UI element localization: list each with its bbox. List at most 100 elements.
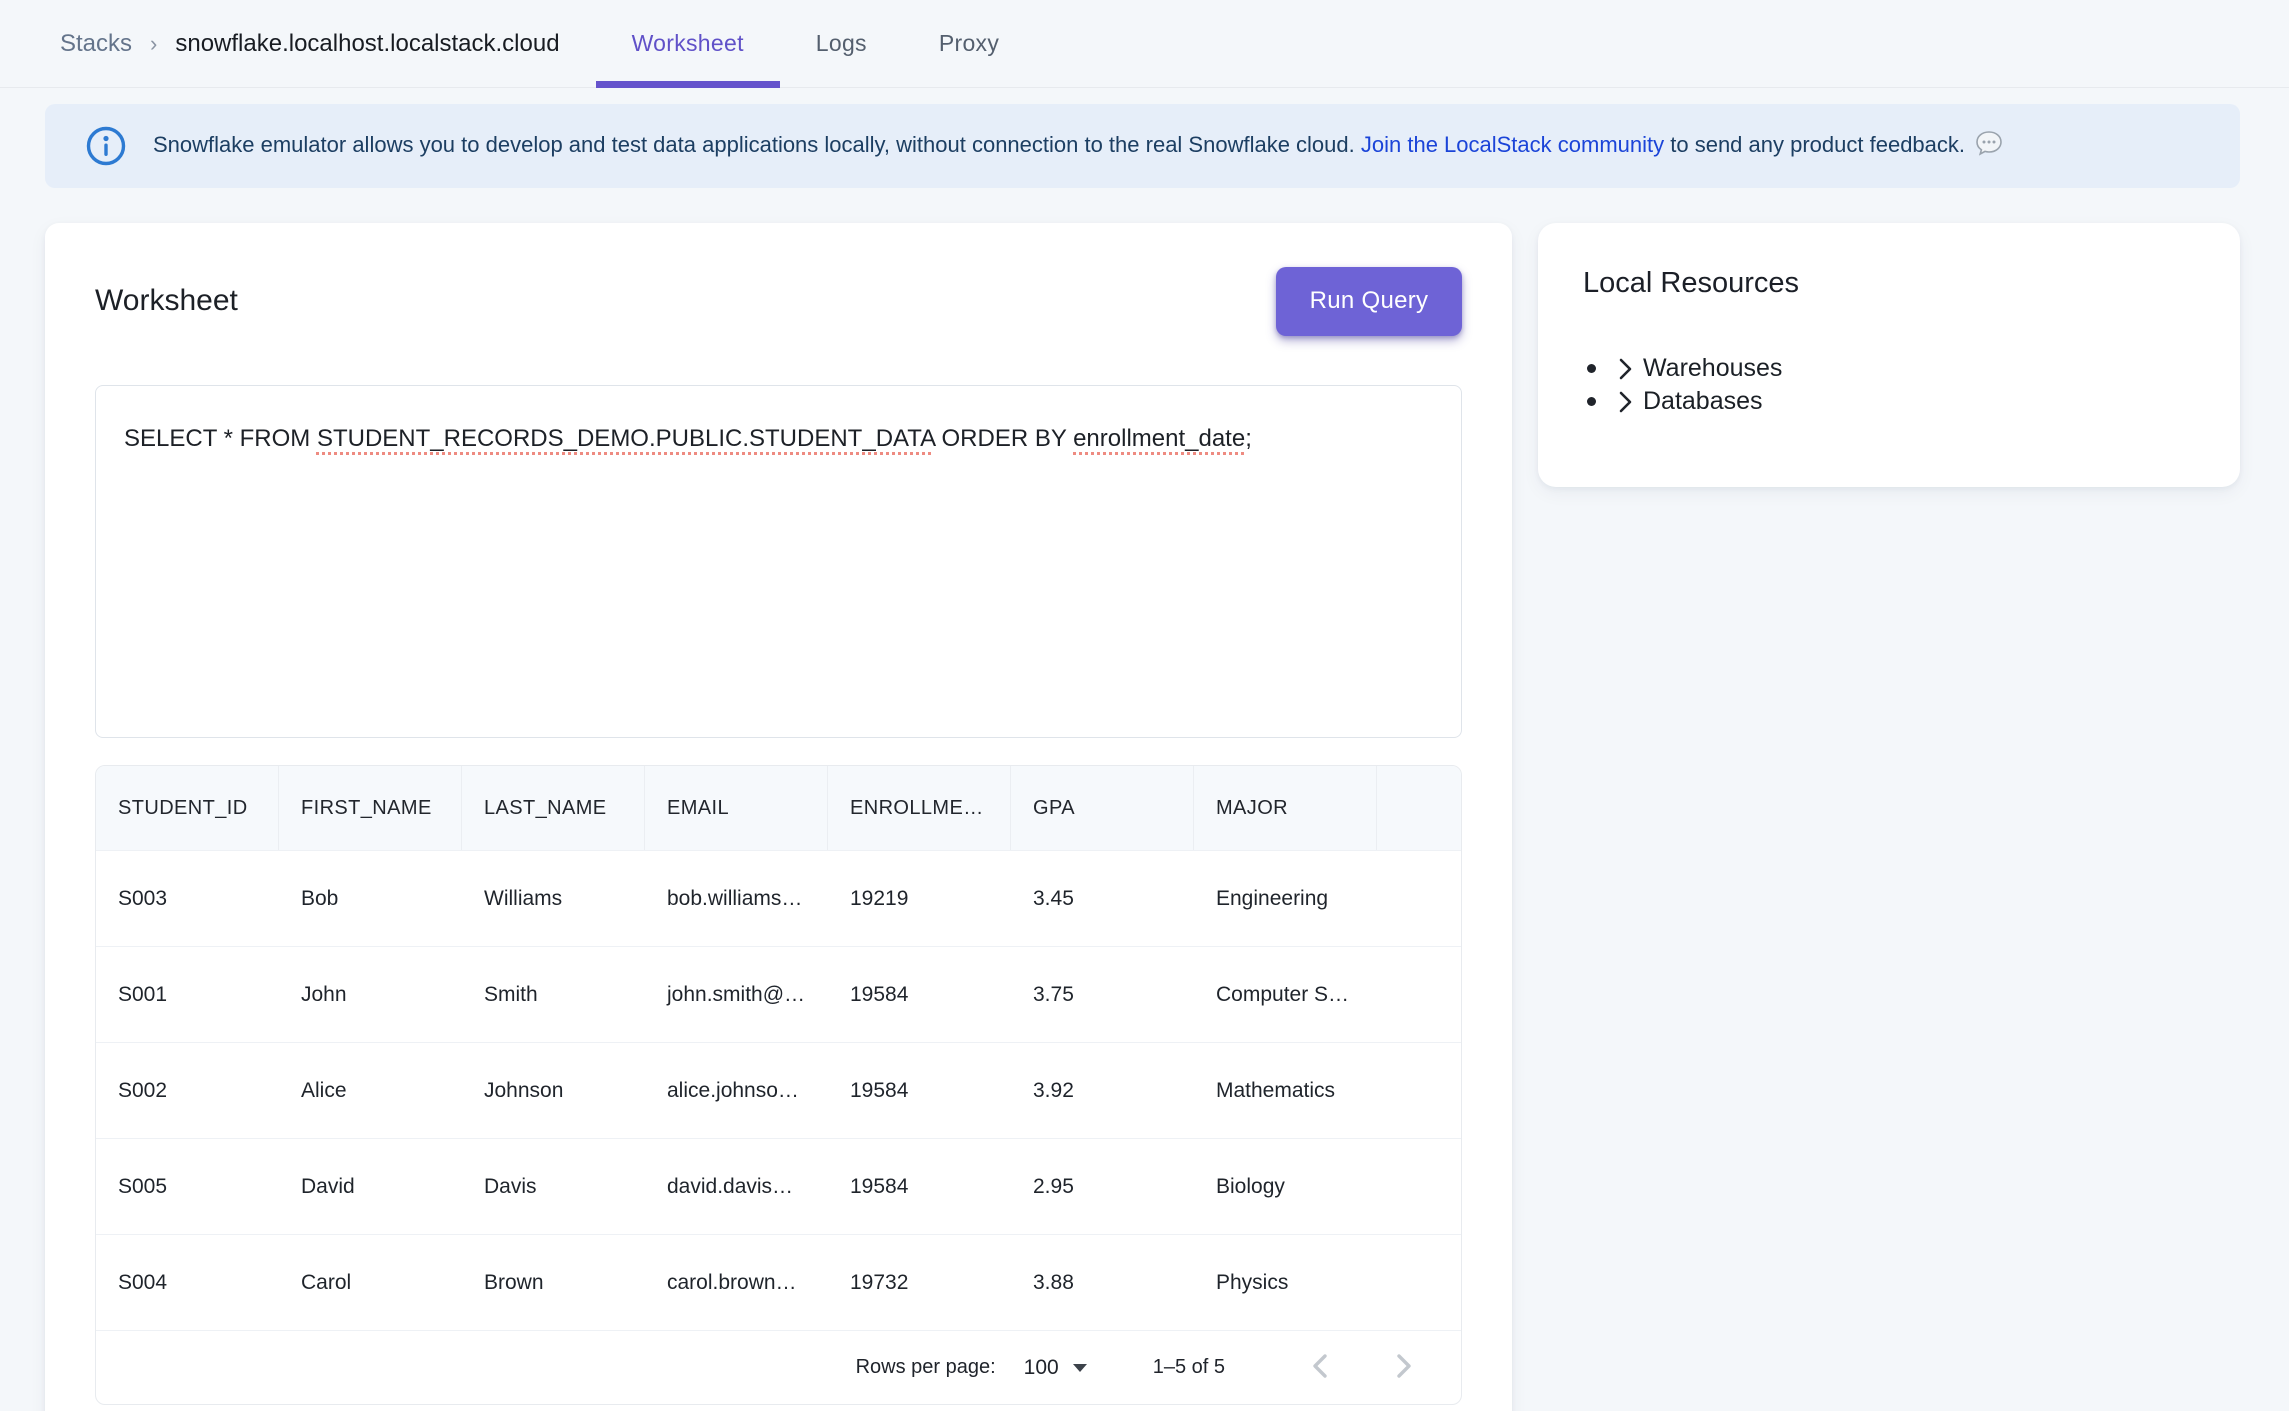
- chevron-right-icon: [1612, 356, 1638, 382]
- worksheet-title: Worksheet: [95, 284, 238, 318]
- sql-text: ORDER BY: [935, 425, 1073, 452]
- breadcrumb: Stacks › snowflake.localhost.localstack.…: [0, 0, 560, 87]
- previous-page-button[interactable]: [1291, 1338, 1351, 1398]
- table-cell: Davis: [462, 1139, 645, 1234]
- chevron-right-icon: [1388, 1351, 1418, 1384]
- table-cell: [1377, 947, 1461, 1042]
- column-header-empty: [1377, 766, 1461, 850]
- caret-down-icon: [1073, 1364, 1087, 1372]
- table-cell: S004: [96, 1235, 279, 1330]
- top-navigation-bar: Stacks › snowflake.localhost.localstack.…: [0, 0, 2289, 88]
- table-cell: 19584: [828, 1139, 1011, 1234]
- table-cell: 19584: [828, 1043, 1011, 1138]
- table-row[interactable]: S002AliceJohnsonalice.johnso…195843.92Ma…: [96, 1042, 1461, 1138]
- banner-text-after: to send any product feedback.: [1664, 132, 1965, 157]
- column-header-enrollme-: ENROLLME…: [828, 766, 1011, 850]
- tab-bar: WorksheetLogsProxy: [596, 0, 1036, 87]
- info-icon: [85, 125, 127, 167]
- table-body: S003BobWilliamsbob.williams…192193.45Eng…: [96, 850, 1461, 1330]
- results-table: STUDENT_IDFIRST_NAMELAST_NAMEEMAILENROLL…: [95, 765, 1462, 1405]
- sql-identifier: enrollment_date: [1073, 425, 1245, 452]
- table-cell: Brown: [462, 1235, 645, 1330]
- worksheet-panel: Worksheet Run Query SELECT * FROM STUDEN…: [45, 223, 1512, 1411]
- table-cell: Computer S…: [1194, 947, 1377, 1042]
- table-cell: 3.92: [1011, 1043, 1194, 1138]
- table-cell: [1377, 851, 1461, 946]
- table-cell: Carol: [279, 1235, 462, 1330]
- chevron-left-icon: [1306, 1351, 1336, 1384]
- table-cell: 19584: [828, 947, 1011, 1042]
- sql-text: SELECT * FROM: [124, 425, 317, 452]
- table-header-row: STUDENT_IDFIRST_NAMELAST_NAMEEMAILENROLL…: [96, 766, 1461, 850]
- tab-proxy[interactable]: Proxy: [903, 0, 1035, 87]
- tree-item-databases[interactable]: Databases: [1566, 385, 2240, 418]
- table-cell: carol.brown…: [645, 1235, 828, 1330]
- table-cell: john.smith@…: [645, 947, 828, 1042]
- table-cell: Alice: [279, 1043, 462, 1138]
- tree-item-label: Warehouses: [1643, 354, 1782, 383]
- column-header-major: MAJOR: [1194, 766, 1377, 850]
- breadcrumb-separator-icon: ›: [150, 31, 157, 57]
- column-header-last-name: LAST_NAME: [462, 766, 645, 850]
- table-cell: 3.75: [1011, 947, 1194, 1042]
- worksheet-header: Worksheet Run Query: [95, 265, 1462, 337]
- pagination-buttons: [1269, 1338, 1433, 1398]
- run-query-button[interactable]: Run Query: [1276, 267, 1462, 336]
- tab-worksheet[interactable]: Worksheet: [596, 0, 780, 87]
- next-page-button[interactable]: [1373, 1338, 1433, 1398]
- breadcrumb-stacks-link[interactable]: Stacks: [60, 30, 132, 58]
- table-cell: 19732: [828, 1235, 1011, 1330]
- table-cell: 2.95: [1011, 1139, 1194, 1234]
- main-content: Worksheet Run Query SELECT * FROM STUDEN…: [45, 223, 2289, 1411]
- column-header-email: EMAIL: [645, 766, 828, 850]
- banner-text-before: Snowflake emulator allows you to develop…: [153, 132, 1361, 157]
- table-cell: [1377, 1043, 1461, 1138]
- speech-bubble-icon: [1975, 136, 2003, 161]
- table-row[interactable]: S003BobWilliamsbob.williams…192193.45Eng…: [96, 850, 1461, 946]
- bullet-icon: [1587, 397, 1596, 406]
- column-header-gpa: GPA: [1011, 766, 1194, 850]
- table-row[interactable]: S005DavidDavisdavid.davis…195842.95Biolo…: [96, 1138, 1461, 1234]
- table-row[interactable]: S004CarolBrowncarol.brown…197323.88Physi…: [96, 1234, 1461, 1330]
- table-cell: S003: [96, 851, 279, 946]
- tree-item-warehouses[interactable]: Warehouses: [1566, 352, 2240, 385]
- table-cell: [1377, 1139, 1461, 1234]
- sql-identifier: STUDENT_RECORDS_DEMO.PUBLIC.STUDENT_DATA: [317, 425, 935, 452]
- table-cell: S002: [96, 1043, 279, 1138]
- resources-tree: Warehouses Databases: [1566, 352, 2240, 418]
- table-pagination: Rows per page: 100 1–5 of 5: [96, 1330, 1461, 1404]
- bullet-icon: [1587, 364, 1596, 373]
- community-link[interactable]: Join the LocalStack community: [1361, 132, 1664, 157]
- table-cell: Biology: [1194, 1139, 1377, 1234]
- table-cell: Johnson: [462, 1043, 645, 1138]
- local-resources-title: Local Resources: [1566, 267, 2240, 300]
- table-cell: Smith: [462, 947, 645, 1042]
- table-cell: Engineering: [1194, 851, 1377, 946]
- table-row[interactable]: S001JohnSmithjohn.smith@…195843.75Comput…: [96, 946, 1461, 1042]
- table-cell: S005: [96, 1139, 279, 1234]
- table-cell: 19219: [828, 851, 1011, 946]
- info-banner: Snowflake emulator allows you to develop…: [45, 104, 2240, 188]
- tab-logs[interactable]: Logs: [780, 0, 903, 87]
- table-cell: 3.45: [1011, 851, 1194, 946]
- table-cell: Bob: [279, 851, 462, 946]
- tree-item-label: Databases: [1643, 387, 1763, 416]
- sql-editor[interactable]: SELECT * FROM STUDENT_RECORDS_DEMO.PUBLI…: [95, 385, 1462, 738]
- table-cell: Williams: [462, 851, 645, 946]
- table-cell: [1377, 1235, 1461, 1330]
- table-cell: Mathematics: [1194, 1043, 1377, 1138]
- table-cell: Physics: [1194, 1235, 1377, 1330]
- table-cell: S001: [96, 947, 279, 1042]
- local-resources-panel: Local Resources Warehouses Databases: [1538, 223, 2240, 487]
- banner-text: Snowflake emulator allows you to develop…: [153, 130, 2003, 162]
- breadcrumb-current-stack: snowflake.localhost.localstack.cloud: [175, 30, 559, 58]
- column-header-first-name: FIRST_NAME: [279, 766, 462, 850]
- rows-per-page-select[interactable]: 100: [1024, 1356, 1087, 1380]
- rows-per-page-value: 100: [1024, 1356, 1059, 1380]
- table-cell: alice.johnso…: [645, 1043, 828, 1138]
- table-cell: bob.williams…: [645, 851, 828, 946]
- column-header-student-id: STUDENT_ID: [96, 766, 279, 850]
- chevron-right-icon: [1612, 389, 1638, 415]
- table-cell: John: [279, 947, 462, 1042]
- pagination-range: 1–5 of 5: [1153, 1356, 1225, 1379]
